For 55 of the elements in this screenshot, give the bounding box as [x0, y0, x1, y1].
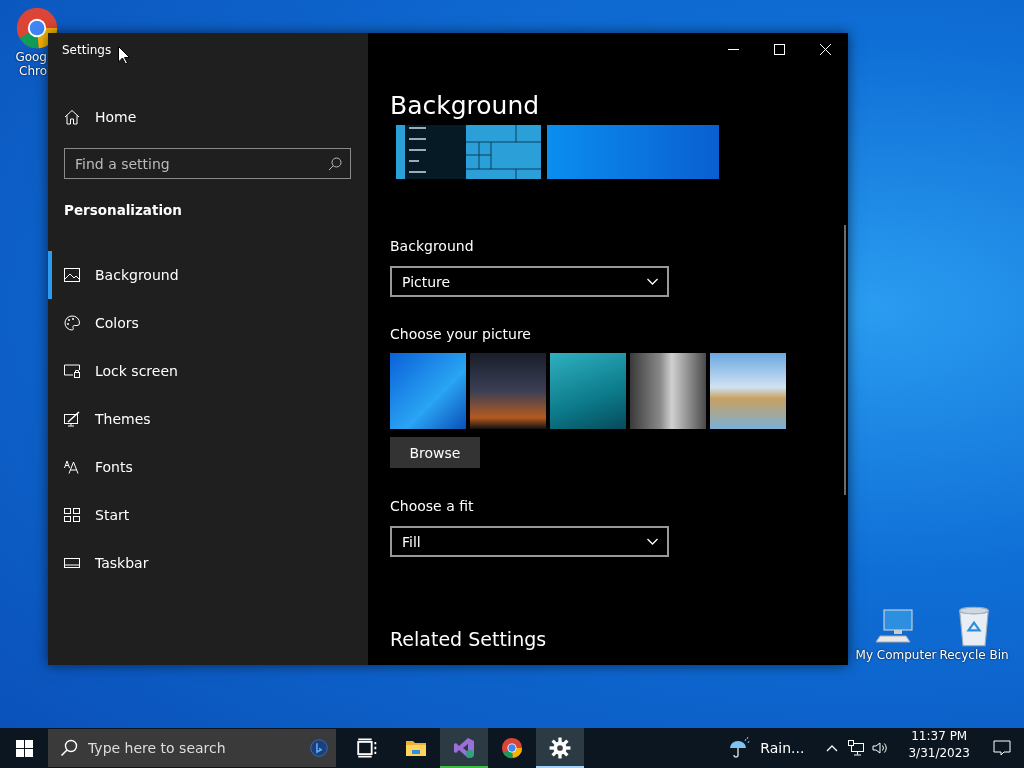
field-label: Choose a fit [390, 498, 475, 516]
photo-placeholder[interactable] [550, 353, 626, 429]
desktop-icon-label: My Computer [855, 648, 937, 662]
taskbar-app[interactable] [536, 728, 584, 768]
speech-bubble-icon [993, 739, 1011, 757]
field-label: Background [390, 238, 475, 256]
bing-chat-icon[interactable] [310, 739, 328, 757]
browser-icon[interactable] [15, 6, 59, 50]
search-field[interactable]: Find a setting [64, 148, 351, 179]
section-heading: Personalization [64, 202, 183, 220]
scrollbar[interactable] [844, 225, 846, 495]
app-icon [453, 737, 475, 759]
clock[interactable]: 11:37 PM 3/31/2023 [898, 728, 980, 768]
photo-placeholder[interactable] [470, 353, 546, 429]
palette-icon [64, 315, 81, 331]
mouse-pointer-icon [118, 46, 130, 65]
background-dropdown[interactable]: Picture [390, 266, 669, 297]
browse-button[interactable]: Browse [390, 437, 480, 468]
field-label: Choose your picture [390, 326, 532, 344]
task-view-icon [357, 737, 379, 759]
close-icon [819, 43, 831, 55]
taskbar-icon [64, 555, 81, 571]
maximize-icon [773, 43, 785, 55]
nav-item[interactable]: Colors [48, 299, 368, 347]
search-icon [328, 156, 342, 171]
search-icon [60, 739, 78, 757]
fonts-icon [64, 459, 81, 475]
picture-icon [64, 267, 81, 283]
section-heading: Related Settings [390, 628, 548, 652]
nav-item[interactable]: Fonts [48, 443, 368, 491]
photo-placeholder[interactable] [630, 353, 706, 429]
weather-text[interactable]: Rain... [760, 740, 805, 756]
home-nav-item[interactable]: Home [64, 105, 368, 129]
fit-dropdown[interactable]: Fill [390, 526, 669, 557]
nav-item[interactable]: Themes [48, 395, 368, 443]
network-icon[interactable] [848, 740, 865, 756]
browser-icon [501, 737, 523, 759]
chevron-down-icon [646, 277, 659, 286]
themes-icon [64, 411, 81, 427]
nav-item[interactable]: Lock screen [48, 347, 368, 395]
taskbar-search-field[interactable]: Type here to search [48, 729, 336, 767]
start-icon [64, 507, 81, 523]
speaker-icon[interactable] [872, 740, 889, 756]
chevron-down-icon [646, 537, 659, 546]
window-title: Settings [62, 43, 112, 59]
nav-item[interactable]: Start [48, 491, 368, 539]
desktop-icon-label: Recycle Bin [939, 648, 1009, 662]
desktop-icon-label: Goog [15, 50, 47, 64]
page-heading: Background [390, 90, 541, 122]
desktop-icon-label: Chro [19, 64, 47, 78]
home-icon [64, 109, 81, 125]
lock-icon [64, 363, 81, 379]
settings-icon [549, 737, 571, 759]
windows-logo-icon [15, 739, 33, 757]
nav-item[interactable]: Taskbar [48, 539, 368, 587]
